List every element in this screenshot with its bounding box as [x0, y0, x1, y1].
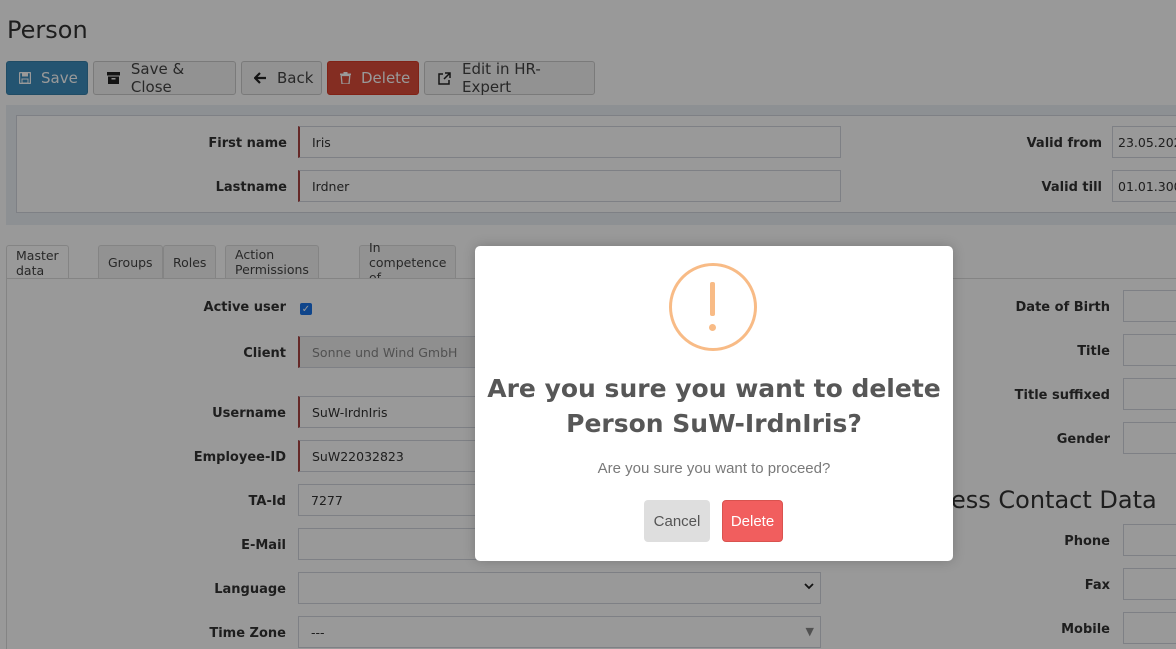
dialog-delete-button[interactable]: Delete: [722, 500, 783, 542]
dialog-title: Are you sure you want to delete Person S…: [487, 374, 941, 438]
dialog-text: Are you sure you want to proceed?: [597, 460, 831, 477]
delete-confirmation-dialog: Are you sure you want to delete Person S…: [475, 246, 953, 561]
warning-icon: [669, 263, 757, 351]
dialog-cancel-button[interactable]: Cancel: [644, 500, 710, 542]
